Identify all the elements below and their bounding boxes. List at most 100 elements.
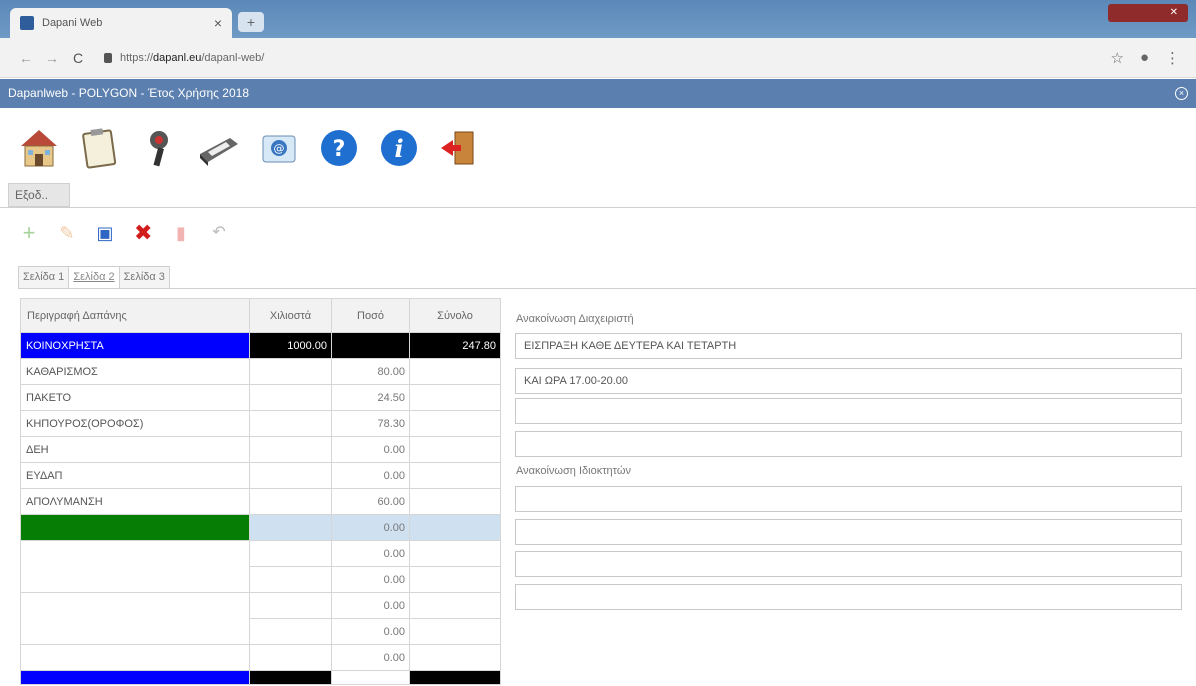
- owners-announcement-line-4[interactable]: [515, 584, 1182, 610]
- column-header-mills[interactable]: Χιλιοστά: [249, 298, 332, 333]
- cell-amount[interactable]: 0.00: [331, 540, 410, 567]
- cell-mills[interactable]: [249, 670, 332, 685]
- owners-announcement-line-1[interactable]: [515, 486, 1182, 512]
- cell-total[interactable]: [409, 644, 501, 671]
- cell-description[interactable]: ΔΕΗ: [20, 436, 250, 463]
- cell-amount[interactable]: [331, 670, 410, 685]
- cell-description[interactable]: [20, 592, 250, 645]
- printer-icon[interactable]: [194, 123, 244, 173]
- cell-mills[interactable]: [249, 358, 332, 385]
- cell-amount[interactable]: 0.00: [331, 462, 410, 489]
- cell-mills[interactable]: [249, 566, 332, 593]
- table-row[interactable]: 0.00: [20, 592, 501, 645]
- cell-amount[interactable]: [331, 332, 410, 359]
- cell-description[interactable]: [20, 514, 250, 541]
- url-field[interactable]: https://dapanl.eu/dapanl-web/: [120, 52, 1094, 64]
- table-row[interactable]: 0.00: [20, 540, 501, 593]
- table-row[interactable]: ΕΥΔΑΠ 0.00: [20, 462, 501, 489]
- help-icon[interactable]: ?: [314, 123, 364, 173]
- cell-total[interactable]: [409, 566, 501, 593]
- cell-mills[interactable]: [249, 592, 332, 619]
- cell-mills[interactable]: [249, 410, 332, 437]
- cell-total[interactable]: [409, 462, 501, 489]
- clipboard-icon[interactable]: [74, 123, 124, 173]
- column-header-description[interactable]: Περιγραφή Δαπάνης: [20, 298, 250, 333]
- cell-mills[interactable]: [249, 384, 332, 411]
- table-row[interactable]: ΠΑΚΕΤΟ 24.50: [20, 384, 501, 411]
- back-icon[interactable]: ←: [16, 50, 36, 66]
- cell-description[interactable]: ΚΗΠΟΥΡΟΣ(ΟΡΟΦΟΣ): [20, 410, 250, 437]
- cell-mills[interactable]: [249, 462, 332, 489]
- cell-description[interactable]: [20, 540, 250, 593]
- cell-description[interactable]: ΑΠΟΛΥΜΑΝΣΗ: [20, 488, 250, 515]
- undo-icon[interactable]: ↶: [210, 222, 228, 244]
- manager-announcement-line-4[interactable]: [515, 431, 1182, 457]
- info-icon[interactable]: i: [374, 123, 424, 173]
- cell-amount[interactable]: 0.00: [331, 566, 410, 593]
- cell-description[interactable]: [20, 644, 250, 671]
- cell-description[interactable]: ΚΑΘΑΡΙΣΜΟΣ: [20, 358, 250, 385]
- new-tab-button[interactable]: +: [238, 12, 264, 32]
- delete-icon[interactable]: ✖: [134, 222, 152, 244]
- home-icon[interactable]: [14, 123, 64, 173]
- cell-amount[interactable]: 0.00: [331, 618, 410, 645]
- cell-mills[interactable]: [249, 644, 332, 671]
- cell-description[interactable]: ΕΥΔΑΠ: [20, 462, 250, 489]
- cell-total[interactable]: [409, 410, 501, 437]
- tab-page-3[interactable]: Σελίδα 3: [118, 266, 170, 288]
- cell-total[interactable]: [409, 540, 501, 567]
- cell-total[interactable]: [409, 514, 501, 541]
- add-icon[interactable]: +: [20, 222, 38, 244]
- table-row[interactable]: ΚΑΘΑΡΙΣΜΟΣ 80.00: [20, 358, 501, 385]
- cell-description[interactable]: ΠΑΚΕΤΟ: [20, 384, 250, 411]
- email-icon[interactable]: @: [254, 123, 304, 173]
- menu-tab-expenses[interactable]: Εξοδ..: [8, 183, 70, 207]
- account-icon[interactable]: ●: [1140, 49, 1149, 66]
- browser-menu-icon[interactable]: ⋮: [1165, 49, 1180, 67]
- browser-tab[interactable]: Dapani Web ×: [10, 8, 232, 38]
- cell-mills[interactable]: 1000.00: [249, 332, 332, 359]
- cell-amount[interactable]: 0.00: [331, 644, 410, 671]
- cell-amount[interactable]: 0.00: [331, 436, 410, 463]
- tab-close-icon[interactable]: ×: [214, 15, 222, 31]
- table-row[interactable]: 0.00: [20, 514, 501, 541]
- trash-icon[interactable]: ▮: [172, 222, 190, 244]
- cell-mills[interactable]: [249, 540, 332, 567]
- cell-total[interactable]: [409, 358, 501, 385]
- save-icon[interactable]: ▣: [96, 222, 114, 244]
- owners-announcement-line-3[interactable]: [515, 551, 1182, 577]
- manager-announcement-line-2[interactable]: [515, 368, 1182, 394]
- reload-icon[interactable]: C: [68, 50, 88, 66]
- cell-total[interactable]: [409, 592, 501, 619]
- cell-amount[interactable]: 24.50: [331, 384, 410, 411]
- table-row[interactable]: ΔΕΗ 0.00: [20, 436, 501, 463]
- cell-total[interactable]: [409, 488, 501, 515]
- manager-announcement-line-3[interactable]: [515, 398, 1182, 424]
- forward-icon[interactable]: →: [42, 50, 62, 66]
- cell-amount[interactable]: 0.00: [331, 514, 410, 541]
- cell-description[interactable]: ΚΟΙΝΟΧΡΗΣΤΑ: [20, 332, 250, 359]
- exit-icon[interactable]: [434, 123, 484, 173]
- cell-amount[interactable]: 0.00: [331, 592, 410, 619]
- cell-total[interactable]: [409, 618, 501, 645]
- cell-total[interactable]: [409, 670, 501, 685]
- table-row[interactable]: 0.00: [20, 644, 501, 671]
- manager-announcement-line-1[interactable]: [515, 333, 1182, 359]
- cell-amount[interactable]: 78.30: [331, 410, 410, 437]
- edit-icon[interactable]: ✎: [58, 222, 76, 244]
- header-close-icon[interactable]: ×: [1175, 87, 1188, 100]
- cell-amount[interactable]: 80.00: [331, 358, 410, 385]
- table-row[interactable]: ΑΠΟΛΥΜΑΝΣΗ 60.00: [20, 488, 501, 515]
- cell-description[interactable]: [20, 670, 250, 685]
- column-header-total[interactable]: Σύνολο: [409, 298, 501, 333]
- owners-announcement-line-2[interactable]: [515, 519, 1182, 545]
- column-header-amount[interactable]: Ποσό: [331, 298, 410, 333]
- window-close-button[interactable]: ✕: [1108, 4, 1188, 22]
- cell-mills[interactable]: [249, 488, 332, 515]
- bookmark-star-icon[interactable]: ☆: [1110, 49, 1123, 67]
- cell-amount[interactable]: 60.00: [331, 488, 410, 515]
- tab-page-2[interactable]: Σελίδα 2: [68, 266, 120, 288]
- cell-mills[interactable]: [249, 514, 332, 541]
- settings-icon[interactable]: [134, 123, 184, 173]
- cell-total[interactable]: [409, 436, 501, 463]
